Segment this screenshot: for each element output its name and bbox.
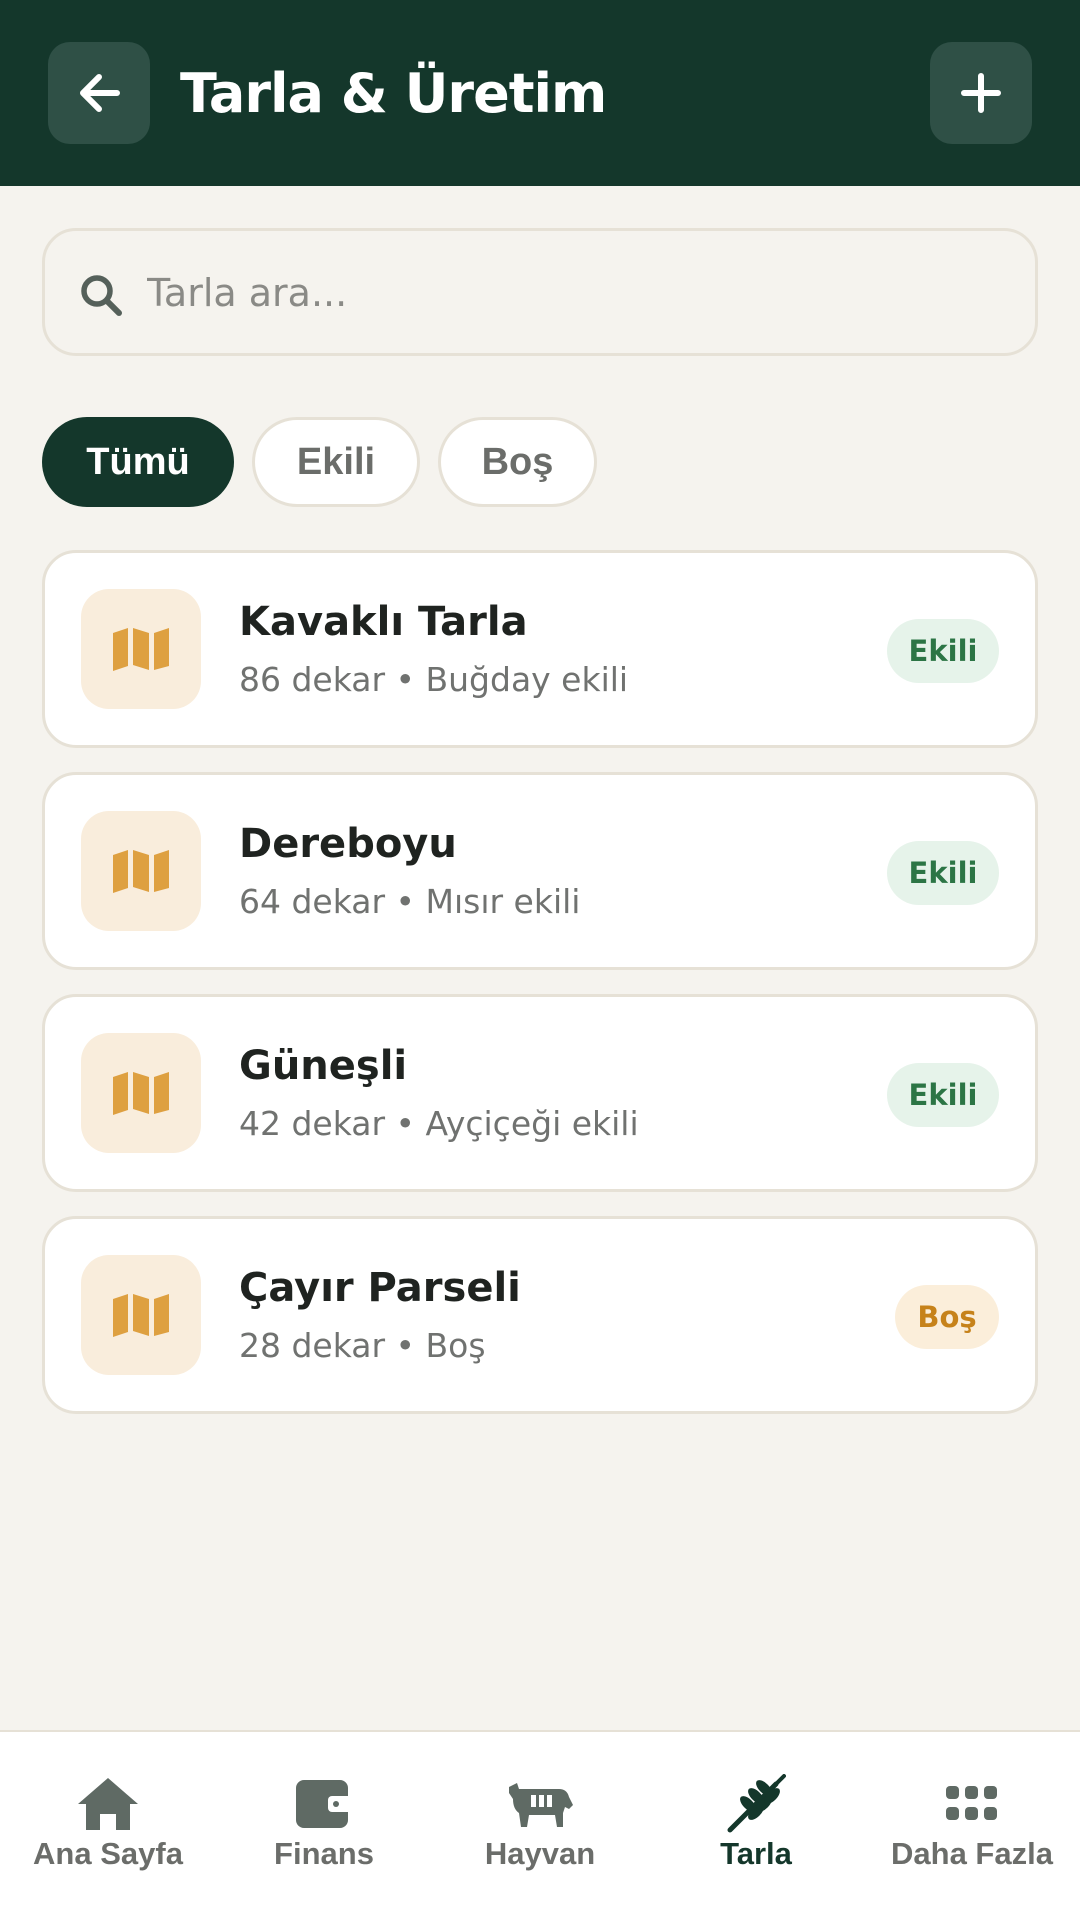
nav-label: Hayvan [484, 1836, 596, 1871]
field-card[interactable]: Güneşli 42 dekar • Ayçiçeği ekili Ekili [42, 994, 1038, 1192]
wallet-icon [289, 1772, 359, 1836]
field-name: Güneşli [239, 1043, 408, 1089]
nav-item-home[interactable]: Ana Sayfa [0, 1732, 216, 1920]
field-details: 42 dekar • Ayçiçeği ekili [239, 1104, 639, 1143]
nav-label: Ana Sayfa [33, 1836, 183, 1871]
status-badge: Ekili [887, 619, 999, 683]
field-details: 64 dekar • Mısır ekili [239, 882, 581, 921]
cow-icon [505, 1772, 575, 1836]
nav-label: Finans [274, 1836, 374, 1871]
map-icon [113, 628, 169, 671]
search-icon [81, 275, 122, 316]
arrow-left-icon [80, 74, 120, 112]
nav-item-livestock[interactable]: Hayvan [432, 1732, 648, 1920]
back-button[interactable] [48, 42, 150, 144]
app-root: Tarla & Üretim Tümü Ekili Boş Kavaklı Ta… [0, 0, 1080, 1920]
status-badge: Boş [895, 1285, 999, 1349]
search-input[interactable] [147, 251, 1007, 335]
nav-item-field[interactable]: Tarla [648, 1732, 864, 1920]
add-field-button[interactable] [930, 42, 1032, 144]
nav-label: Tarla [720, 1836, 792, 1871]
top-app-bar: Tarla & Üretim [0, 0, 1080, 186]
filter-chip-all[interactable]: Tümü [42, 417, 234, 507]
grid-dots-icon [937, 1772, 1007, 1836]
field-icon-tile [81, 589, 201, 709]
nav-label: Daha Fazla [891, 1836, 1053, 1871]
nav-item-finance[interactable]: Finans [216, 1732, 432, 1920]
map-icon [113, 850, 169, 893]
field-card[interactable]: Çayır Parseli 28 dekar • Boş Boş [42, 1216, 1038, 1414]
field-name: Dereboyu [239, 821, 457, 867]
status-badge: Ekili [887, 1063, 999, 1127]
search-bar [42, 228, 1038, 356]
field-icon-tile [81, 1255, 201, 1375]
field-card[interactable]: Kavaklı Tarla 86 dekar • Buğday ekili Ek… [42, 550, 1038, 748]
field-icon-tile [81, 1033, 201, 1153]
bottom-navigation: Ana Sayfa Finans Hayvan Tarla Daha Fazla [0, 1730, 1080, 1920]
field-name: Çayır Parseli [239, 1265, 521, 1311]
page-title: Tarla & Üretim [180, 62, 607, 125]
filter-chip-bos[interactable]: Boş [438, 417, 597, 507]
wheat-icon [721, 1772, 791, 1836]
field-card[interactable]: Dereboyu 64 dekar • Mısır ekili Ekili [42, 772, 1038, 970]
filter-chip-ekili[interactable]: Ekili [252, 417, 420, 507]
map-icon [113, 1294, 169, 1337]
field-details: 28 dekar • Boş [239, 1326, 486, 1365]
home-icon [73, 1772, 143, 1836]
plus-icon [961, 73, 1001, 113]
field-icon-tile [81, 811, 201, 931]
nav-item-more[interactable]: Daha Fazla [864, 1732, 1080, 1920]
status-badge: Ekili [887, 841, 999, 905]
field-details: 86 dekar • Buğday ekili [239, 660, 629, 699]
map-icon [113, 1072, 169, 1115]
field-name: Kavaklı Tarla [239, 599, 528, 645]
